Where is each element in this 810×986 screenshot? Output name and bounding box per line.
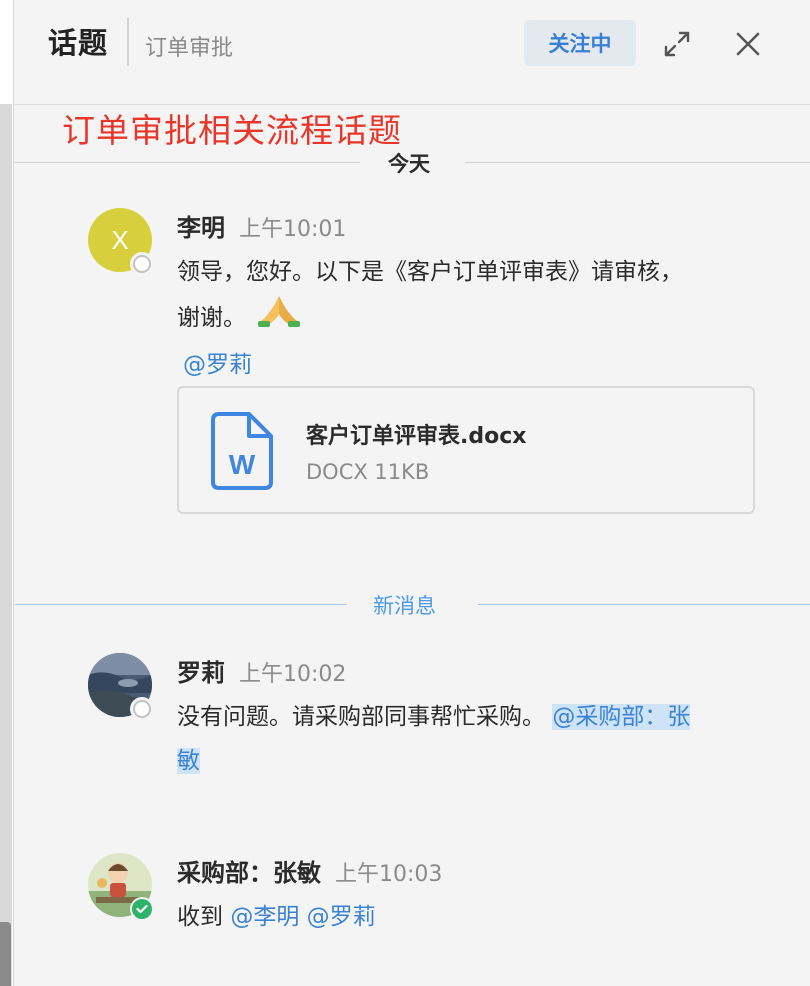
- message-time: 上午10:03: [335, 862, 443, 887]
- mention-link[interactable]: @罗莉: [307, 904, 376, 930]
- message-item: 罗莉 上午10:02 没有问题。请采购部同事帮忙采购。 @采购部：张 敏: [88, 653, 788, 783]
- mention-link[interactable]: @李明: [230, 904, 299, 930]
- left-panel-edge: [0, 0, 14, 986]
- scrollbar-track[interactable]: [0, 104, 12, 986]
- status-offline-icon: [130, 697, 154, 721]
- avatar-letter: X: [111, 224, 129, 255]
- annotation-caption: 订单审批相关流程话题: [62, 111, 402, 150]
- mention-link[interactable]: @罗莉: [183, 352, 252, 378]
- close-icon[interactable]: [728, 24, 768, 64]
- status-online-icon: [130, 897, 154, 921]
- status-offline-icon: [130, 252, 154, 276]
- page-title: 话题: [48, 26, 109, 60]
- topic-name: 订单审批: [145, 36, 234, 61]
- scrollbar-thumb[interactable]: [0, 922, 11, 986]
- mention-link[interactable]: @采购部：张: [552, 704, 691, 730]
- sender-name[interactable]: 采购部：张敏: [177, 853, 321, 888]
- word-file-icon: W: [209, 410, 275, 496]
- svg-text:W: W: [229, 449, 256, 480]
- sender-name[interactable]: 罗莉: [177, 653, 225, 688]
- mention-link[interactable]: 敏: [177, 748, 200, 774]
- message-text: 收到 @李明 @罗莉: [177, 895, 777, 939]
- message-text: 领导，您好。以下是《客户订单评审表》请审核， 谢谢。 @罗莉: [177, 250, 777, 387]
- praying-hands-icon: [256, 294, 302, 343]
- message-text-line: 谢谢。: [177, 305, 246, 331]
- message-item: X 李明 上午10:01 领导，您好。以下是《客户订单评审表》请审核， 谢谢。 …: [88, 208, 788, 518]
- date-divider-label: 今天: [388, 152, 430, 176]
- file-attachment[interactable]: W 客户订单评审表.docx DOCX 11KB: [177, 386, 755, 514]
- message-item: 采购部：张敏 上午10:03 收到 @李明 @罗莉: [88, 853, 788, 953]
- new-messages-label: 新消息: [373, 594, 436, 618]
- sender-name[interactable]: 李明: [177, 208, 225, 243]
- file-meta: DOCX 11KB: [306, 460, 430, 484]
- message-text: 没有问题。请采购部同事帮忙采购。 @采购部：张 敏: [177, 695, 810, 783]
- title-divider: [127, 18, 129, 66]
- message-text-line: 领导，您好。以下是《客户订单评审表》请审核，: [177, 259, 683, 285]
- message-time: 上午10:02: [239, 662, 347, 687]
- new-messages-divider: 新消息: [15, 594, 810, 618]
- expand-icon[interactable]: [657, 24, 697, 64]
- date-divider: 今天: [15, 152, 810, 176]
- file-name: 客户订单评审表.docx: [306, 424, 527, 449]
- follow-button[interactable]: 关注中: [524, 20, 636, 66]
- message-time: 上午10:01: [239, 217, 347, 242]
- topic-header: 话题 订单审批 关注中: [15, 0, 810, 105]
- message-text-line: 没有问题。请采购部同事帮忙采购。: [177, 704, 545, 730]
- message-text-line: 收到: [177, 904, 223, 930]
